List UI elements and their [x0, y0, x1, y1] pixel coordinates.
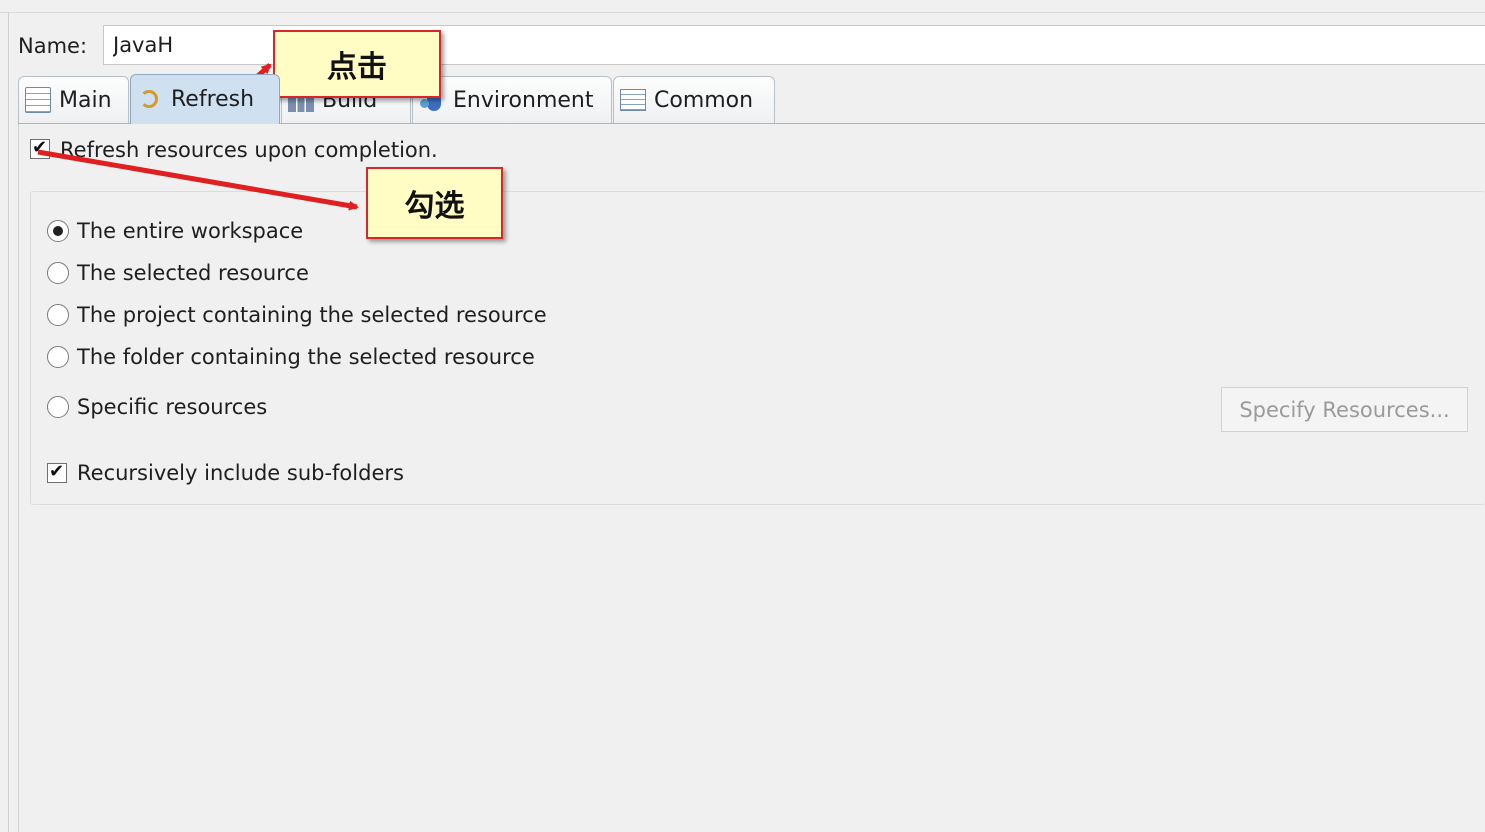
callout-click: 点击: [273, 30, 441, 98]
callout-check: 勾选: [366, 167, 503, 239]
annotation-arrows: [37, 63, 359, 211]
tab-refresh[interactable]: Refresh: [130, 74, 280, 124]
tab-refresh-label: Refresh: [171, 87, 255, 112]
arrow-to-check-note: [37, 149, 359, 211]
refresh-icon: [137, 87, 163, 113]
